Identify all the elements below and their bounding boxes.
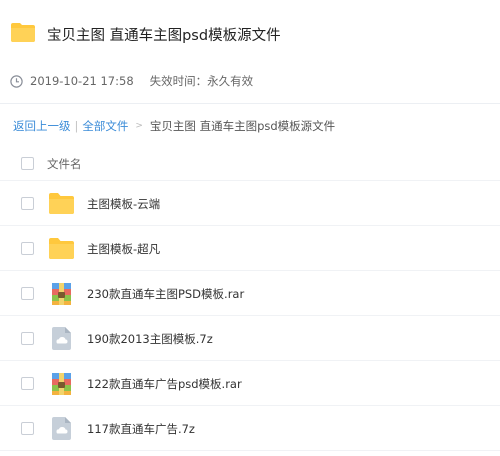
expiry-text: 失效时间：永久有效 [149,74,254,88]
folder-icon [48,235,75,262]
divider [0,103,500,104]
folder-icon [11,23,35,42]
breadcrumb-current: 宝贝主图 直通车主图psd模板源文件 [149,119,336,133]
file-row[interactable]: 主图模板-云端 [0,181,500,226]
file-row[interactable]: 190款2013主图模板.7z [0,316,500,361]
row-checkbox[interactable] [21,377,34,390]
row-checkbox[interactable] [21,242,34,255]
select-all-checkbox[interactable] [21,157,34,170]
file-row[interactable]: 117款直通车广告.7z [0,406,500,451]
file-name[interactable]: 主图模板-云端 [87,196,160,212]
share-header: 宝贝主图 直通车主图psd模板源文件 [0,0,500,68]
file-row[interactable]: 230款直通车主图PSD模板.rar [0,271,500,316]
filename-column-header: 文件名 [47,157,82,171]
share-meta: 2019-10-21 17:58 失效时间：永久有效 [10,72,253,90]
file-name[interactable]: 230款直通车主图PSD模板.rar [87,286,244,302]
file-name[interactable]: 117款直通车广告.7z [87,421,195,437]
share-date: 2019-10-21 17:58 [30,74,134,88]
row-checkbox[interactable] [21,332,34,345]
row-checkbox[interactable] [21,197,34,210]
breadcrumb: 返回上一级 | 全部文件 > 宝贝主图 直通车主图psd模板源文件 [13,118,335,134]
clock-icon [10,74,23,88]
all-files-link[interactable]: 全部文件 [82,118,128,134]
file-row[interactable]: 主图模板-超凡 [0,226,500,271]
rar-archive-icon [48,370,75,397]
chevron-right-icon: > [135,121,143,131]
row-checkbox[interactable] [21,422,34,435]
cloud-file-icon [48,415,75,442]
file-name[interactable]: 主图模板-超凡 [87,241,160,257]
cloud-file-icon [48,325,75,352]
folder-icon [48,190,75,217]
rar-archive-icon [48,280,75,307]
file-name[interactable]: 122款直通车广告psd模板.rar [87,376,242,392]
breadcrumb-separator: | [74,119,79,133]
back-link[interactable]: 返回上一级 [13,118,71,134]
file-list-header: 文件名 [0,147,500,181]
row-checkbox[interactable] [21,287,34,300]
share-title: 宝贝主图 直通车主图psd模板源文件 [47,28,281,44]
file-name[interactable]: 190款2013主图模板.7z [87,331,213,347]
file-row[interactable]: 122款直通车广告psd模板.rar [0,361,500,406]
divider [0,450,500,451]
